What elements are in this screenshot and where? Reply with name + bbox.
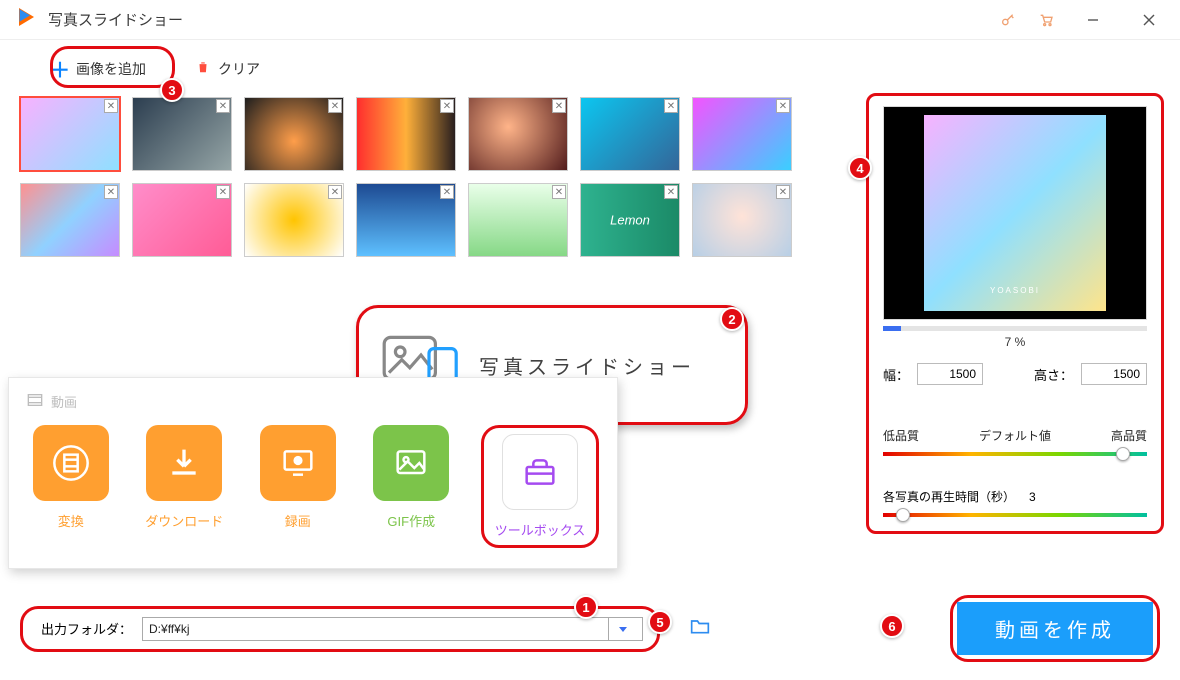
add-images-label: 画像を追加 — [76, 59, 146, 79]
open-folder-icon[interactable] — [690, 617, 710, 640]
height-input[interactable] — [1081, 363, 1147, 385]
duration-value: 3 — [1029, 490, 1036, 504]
duration-label: 各写真の再生時間（秒） — [883, 488, 1015, 505]
badge-4: 4 — [848, 156, 872, 180]
thumbnail-gallery: ✕ ✕ ✕ ✕ ✕ ✕ ✕ ✕ ✕ ✕ ✕ ✕ ✕ ✕ — [16, 93, 816, 265]
width-input[interactable] — [917, 363, 983, 385]
close-icon[interactable]: ✕ — [216, 99, 230, 113]
output-folder-value: D:¥ff¥kj — [149, 622, 189, 636]
cart-icon[interactable] — [1038, 12, 1054, 28]
close-icon[interactable]: ✕ — [552, 185, 566, 199]
tool-record[interactable]: 録画 — [254, 425, 342, 548]
close-icon[interactable]: ✕ — [552, 99, 566, 113]
badge-1: 1 — [574, 595, 598, 619]
badge-5: 5 — [648, 610, 672, 634]
preview-image — [924, 115, 1106, 311]
thumbnail[interactable]: ✕ — [20, 183, 120, 257]
thumbnail[interactable]: ✕ — [356, 183, 456, 257]
close-icon[interactable]: ✕ — [664, 99, 678, 113]
close-icon[interactable]: ✕ — [440, 99, 454, 113]
thumbnail[interactable]: ✕ — [692, 97, 792, 171]
close-icon[interactable]: ✕ — [104, 185, 118, 199]
feature-slideshow-label: 写真スライドショー — [479, 351, 695, 380]
tool-download[interactable]: ダウンロード — [141, 425, 229, 548]
close-icon[interactable]: ✕ — [104, 99, 118, 113]
tools-panel: 動画 変換 ダウンロード 録画 GIF作成 — [8, 377, 618, 569]
thumbnail[interactable]: ✕ — [20, 97, 120, 171]
thumbnail[interactable]: ✕ — [244, 97, 344, 171]
tool-toolbox-label: ツールボックス — [495, 520, 586, 539]
badge-3: 3 — [160, 78, 184, 102]
thumbnail[interactable]: ✕ — [468, 183, 568, 257]
tool-record-label: 録画 — [285, 511, 311, 530]
clear-button[interactable]: クリア — [196, 59, 260, 79]
preview-panel: 7 % 幅： 高さ： 低品質 デフォルト値 高品質 — [866, 93, 1164, 534]
trash-icon — [196, 60, 210, 77]
slider-thumb[interactable] — [896, 508, 910, 522]
tool-gif[interactable]: GIF作成 — [368, 425, 456, 548]
quality-default-label: デフォルト値 — [979, 427, 1051, 444]
thumbnail[interactable]: ✕ — [132, 97, 232, 171]
close-icon[interactable]: ✕ — [776, 99, 790, 113]
plus-icon: ＋ — [50, 54, 70, 83]
slider-thumb[interactable] — [1116, 447, 1130, 461]
title-bar: 写真スライドショー — [0, 0, 1180, 40]
progress-text: 7 % — [883, 335, 1147, 349]
tool-gif-label: GIF作成 — [387, 511, 435, 530]
thumbnail[interactable]: ✕ — [468, 97, 568, 171]
tools-header-label: 動画 — [51, 392, 77, 411]
thumbnail[interactable]: ✕ — [580, 97, 680, 171]
create-video-button[interactable]: 動画を作成 — [957, 602, 1153, 655]
quality-high-label: 高品質 — [1111, 427, 1147, 444]
close-icon[interactable]: ✕ — [664, 185, 678, 199]
progress-fill — [883, 326, 901, 331]
tool-toolbox[interactable]: ツールボックス — [490, 434, 590, 539]
clear-label: クリア — [218, 59, 260, 79]
add-images-button[interactable]: ＋ 画像を追加 — [50, 54, 146, 83]
tool-download-label: ダウンロード — [145, 511, 223, 530]
tool-convert-label: 変換 — [58, 511, 84, 530]
close-icon[interactable]: ✕ — [440, 185, 454, 199]
thumbnail[interactable]: ✕ — [356, 97, 456, 171]
quality-low-label: 低品質 — [883, 427, 919, 444]
thumbnail[interactable]: ✕ — [580, 183, 680, 257]
close-icon[interactable]: ✕ — [216, 185, 230, 199]
badge-2: 2 — [720, 307, 744, 331]
chevron-down-icon[interactable] — [608, 617, 636, 641]
badge-6: 6 — [880, 614, 904, 638]
close-icon[interactable]: ✕ — [328, 185, 342, 199]
key-icon[interactable] — [1000, 12, 1016, 28]
close-icon[interactable]: ✕ — [776, 185, 790, 199]
progress-track[interactable] — [883, 326, 1147, 331]
callout-toolbox: ツールボックス — [481, 425, 599, 548]
app-title: 写真スライドショー — [48, 9, 183, 30]
tool-convert[interactable]: 変換 — [27, 425, 115, 548]
thumbnail[interactable]: ✕ — [692, 183, 792, 257]
duration-slider[interactable] — [883, 513, 1147, 517]
close-button[interactable] — [1132, 6, 1166, 34]
output-folder-group: 出力フォルダ： D:¥ff¥kj — [20, 606, 660, 652]
width-label: 幅： — [883, 365, 909, 384]
height-label: 高さ： — [1034, 365, 1073, 384]
preview-viewport — [883, 106, 1147, 320]
callout-create: 動画を作成 — [950, 595, 1160, 662]
quality-slider[interactable] — [883, 452, 1147, 456]
minimize-button[interactable] — [1076, 6, 1110, 34]
thumbnail[interactable]: ✕ — [132, 183, 232, 257]
close-icon[interactable]: ✕ — [328, 99, 342, 113]
thumbnail[interactable]: ✕ — [244, 183, 344, 257]
film-icon — [27, 393, 43, 410]
app-logo-icon — [14, 5, 38, 34]
output-folder-combo[interactable]: D:¥ff¥kj — [142, 617, 643, 641]
output-folder-label: 出力フォルダ： — [41, 619, 132, 638]
